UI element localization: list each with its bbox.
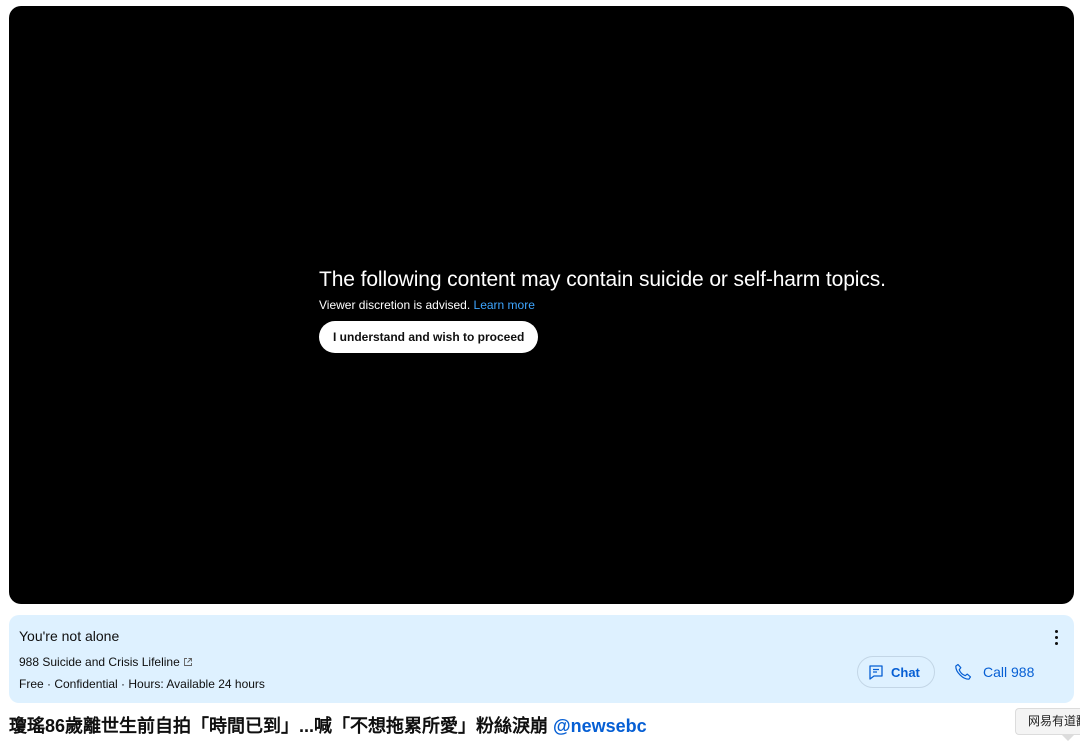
discretion-text: Viewer discretion is advised. — [319, 298, 471, 312]
more-vert-dot — [1054, 635, 1058, 639]
lifeline-name: 988 Suicide and Crisis Lifeline — [19, 655, 180, 669]
proceed-button[interactable]: I understand and wish to proceed — [319, 321, 539, 353]
call-label: Call 988 — [983, 664, 1035, 680]
lifeline-meta: Free · Confidential · Hours: Available 2… — [19, 677, 265, 691]
translate-tooltip[interactable]: 网易有道翻译 — [1015, 708, 1080, 735]
lifeline-link[interactable]: 988 Suicide and Crisis Lifeline — [19, 654, 193, 670]
chat-button[interactable]: Chat — [857, 656, 935, 688]
warning-title: The following content may contain suicid… — [319, 268, 886, 291]
chat-label: Chat — [891, 664, 920, 680]
more-options-button[interactable] — [1048, 627, 1064, 647]
video-title: 瓊瑤86歲離世生前自拍「時間已到」...喊「不想拖累所愛」粉絲淚崩 @newse… — [9, 714, 647, 738]
tooltip-caret — [1062, 735, 1074, 741]
call-button[interactable]: Call 988 — [945, 656, 1042, 688]
learn-more-link[interactable]: Learn more — [474, 298, 535, 312]
video-player[interactable]: The following content may contain suicid… — [9, 6, 1074, 604]
phone-icon — [955, 663, 972, 680]
content-warning: The following content may contain suicid… — [319, 267, 886, 353]
warning-subtitle: Viewer discretion is advised. Learn more — [319, 297, 886, 313]
chat-icon — [869, 665, 883, 680]
external-link-icon — [183, 658, 192, 666]
crisis-title: You're not alone — [19, 628, 120, 644]
more-vert-icon — [1054, 629, 1058, 633]
video-title-text: 瓊瑤86歲離世生前自拍「時間已到」...喊「不想拖累所愛」粉絲淚崩 — [9, 716, 549, 736]
crisis-resource-panel: You're not alone 988 Suicide and Crisis … — [9, 615, 1074, 703]
more-vert-dot — [1054, 641, 1058, 645]
channel-handle-link[interactable]: @newsebc — [553, 716, 647, 736]
